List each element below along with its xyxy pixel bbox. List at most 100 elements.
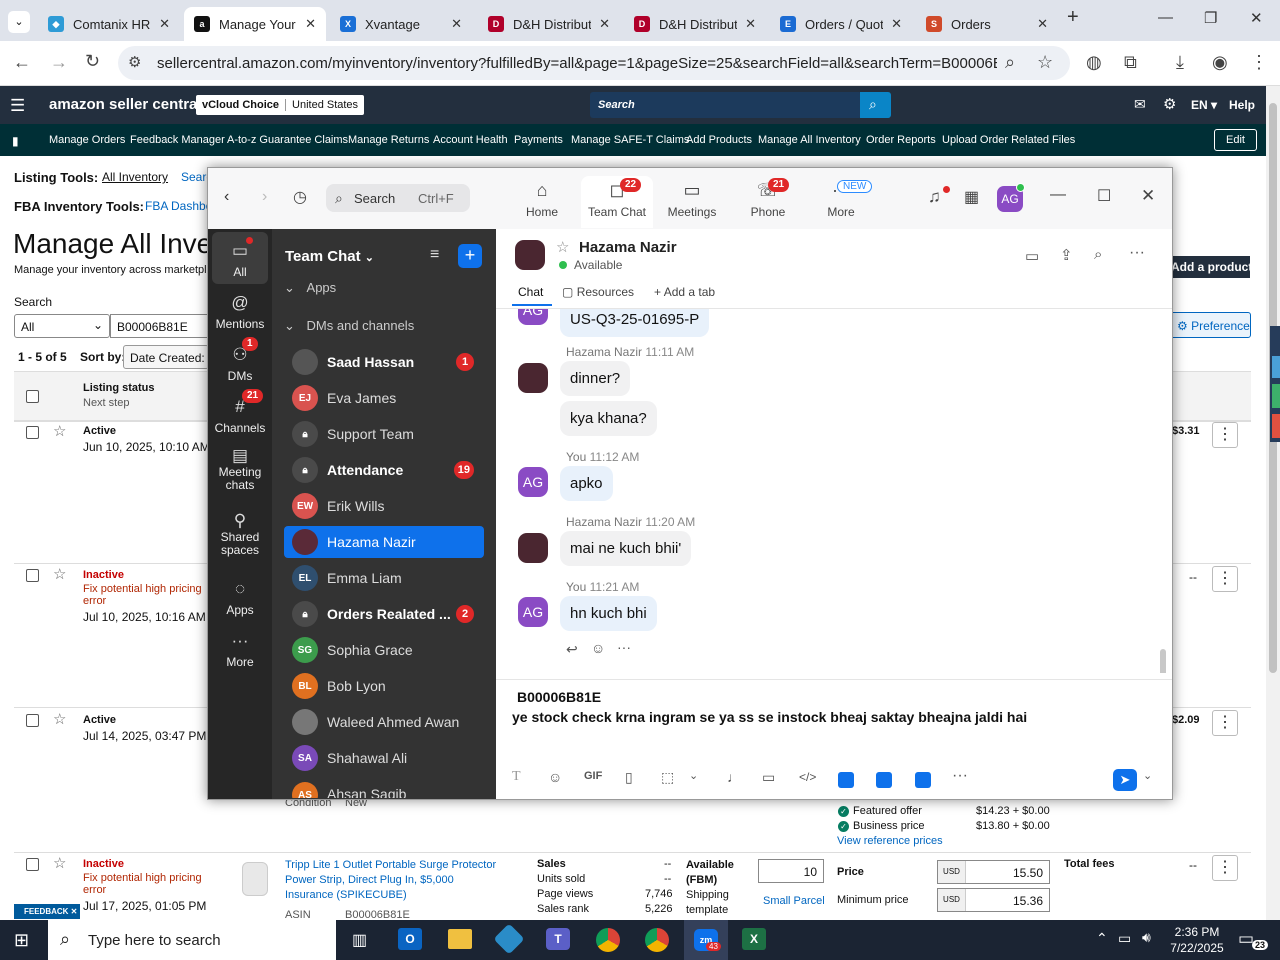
contact-saad-hassan[interactable]: Saad Hassan 1 [284, 346, 484, 378]
excel-icon[interactable]: X [742, 928, 766, 950]
nav-manage-returns[interactable]: Manage Returns [348, 134, 429, 146]
tab-4[interactable]: D D&H Distribut ✕ [624, 7, 766, 41]
account-switcher[interactable]: vCloud Choice United States [196, 95, 365, 115]
send-options-chevron-icon[interactable]: ⌄ [1143, 769, 1152, 782]
minimum-price-input[interactable]: USD 15.36 [937, 888, 1050, 912]
team-chat-title[interactable]: Team Chat ⌄ [285, 248, 374, 265]
hamburger-menu-icon[interactable]: ☰ [10, 96, 25, 116]
search-scope-select[interactable]: All ⌄ [14, 314, 110, 338]
tab-0[interactable]: ◆Comtanix HRM✕ [38, 7, 180, 41]
select-all-checkbox[interactable] [26, 390, 39, 403]
nav-feedback-manager[interactable]: Feedback Manager [130, 134, 225, 146]
star-icon[interactable]: ☆ [53, 422, 66, 440]
network-icon[interactable]: ▭ [1118, 930, 1131, 947]
contact-bob-lyon[interactable]: BL Bob Lyon [284, 670, 484, 702]
windows-start-icon[interactable]: ⊞ [14, 930, 29, 951]
minimize-icon[interactable]: — [1050, 186, 1066, 204]
rail-shared-spaces[interactable]: ⚲ Shared spaces [208, 512, 272, 557]
reply-icon[interactable]: ↩ [566, 641, 578, 658]
restore-icon[interactable]: ❐ [1204, 9, 1217, 27]
feedback-button[interactable]: FEEDBACK ✕ [14, 904, 80, 919]
emoji-icon[interactable]: ☺ [548, 769, 562, 785]
row-next-step[interactable]: Fix potential high pricing error [83, 872, 208, 896]
app-notes-icon[interactable] [838, 772, 854, 788]
tab-chat[interactable]: Chat [518, 285, 543, 299]
nav-home[interactable]: ⌂ Home [509, 180, 575, 219]
microphone-icon[interactable]: ♩ [727, 769, 741, 785]
file-explorer-icon[interactable] [448, 929, 472, 949]
side-widget-tab[interactable] [1272, 356, 1280, 378]
screen-share-icon[interactable]: ⇪ [1060, 246, 1073, 264]
product-image[interactable] [242, 862, 268, 896]
amazon-search-button[interactable]: ⌕ [860, 92, 891, 118]
product-title-link[interactable]: Tripp Lite 1 Outlet Portable Surge Prote… [285, 858, 503, 903]
message-bubble[interactable]: US-Q3-25-01695-P [560, 309, 710, 337]
forward-chevron-icon[interactable]: › [262, 188, 267, 206]
star-icon[interactable]: ☆ [53, 854, 66, 872]
app-docs-icon[interactable] [915, 772, 931, 788]
message-bubble[interactable]: dinner? [560, 361, 631, 396]
screenshot-icon[interactable]: ⬚ [661, 769, 674, 786]
extensions-icon[interactable]: ⧉ [1124, 52, 1137, 73]
video-call-icon[interactable]: ▭ [1025, 247, 1039, 265]
zoom-page-icon[interactable]: ⌕ [1005, 52, 1015, 73]
nav-manage-all-inventory[interactable]: Manage All Inventory [758, 134, 861, 146]
url-text[interactable]: sellercentral.amazon.com/myinventory/inv… [157, 55, 997, 72]
history-clock-icon[interactable]: ◷ [293, 187, 307, 207]
row-checkbox[interactable] [26, 426, 39, 439]
filter-icon[interactable]: ≡ [430, 246, 439, 264]
row-checkbox[interactable] [26, 858, 39, 871]
extension-globe-icon[interactable]: ◍ [1086, 52, 1102, 73]
row-menu-icon[interactable]: ⋮ [1212, 710, 1238, 736]
new-chat-plus-icon[interactable]: + [458, 244, 482, 268]
tab-resources[interactable]: ▢ Resources [562, 285, 634, 299]
nav-a-to-z-claims[interactable]: A-to-z Guarantee Claims [227, 134, 348, 146]
notification-bell-icon[interactable]: ♫ [928, 187, 941, 207]
back-chevron-icon[interactable]: ‹ [224, 188, 229, 206]
tab-list-chevron-icon[interactable]: ⌄ [8, 11, 30, 33]
apps-section-header[interactable]: ⌄ Apps [284, 280, 336, 296]
mail-icon[interactable]: ✉ [1134, 96, 1146, 113]
add-product-button[interactable]: Add a product [1164, 256, 1250, 278]
text-format-icon[interactable]: T [512, 769, 521, 785]
browser-menu-icon[interactable]: ⋮ [1250, 52, 1268, 73]
tab-1[interactable]: a Manage Your ✕ [184, 7, 326, 41]
edit-nav-button[interactable]: Edit [1214, 129, 1257, 151]
close-icon[interactable]: ✕ [451, 16, 462, 32]
search-icon[interactable]: ⌕ [1094, 246, 1102, 263]
view-reference-prices-link[interactable]: View reference prices [837, 835, 943, 847]
nav-payments[interactable]: Payments [514, 134, 563, 146]
message-bubble[interactable]: mai ne kuch bhii' [560, 531, 692, 566]
back-icon[interactable]: ← [13, 52, 31, 73]
bookmark-star-icon[interactable]: ☆ [1037, 52, 1053, 73]
download-icon[interactable]: ⤓ [1176, 52, 1184, 73]
maximize-icon[interactable]: ☐ [1097, 186, 1111, 206]
file-icon[interactable]: ▯ [625, 769, 633, 786]
row-checkbox[interactable] [26, 714, 39, 727]
nav-add-products[interactable]: Add Products [686, 134, 752, 146]
nav-order-reports[interactable]: Order Reports [866, 134, 936, 146]
help-link[interactable]: Help [1229, 98, 1255, 112]
contact-eva-james[interactable]: EJ Eva James [284, 382, 484, 414]
message-bubble[interactable]: apko [560, 466, 613, 501]
chevron-up-icon[interactable]: ⌃ [1096, 930, 1108, 947]
outlook-icon[interactable]: O [398, 928, 422, 950]
settings-gear-icon[interactable]: ⚙ [1163, 95, 1176, 113]
chat-avatar[interactable] [515, 240, 545, 270]
row-checkbox[interactable] [26, 569, 39, 582]
chrome-icon[interactable] [645, 928, 669, 952]
contact-hazama-nazir[interactable]: Hazama Nazir [284, 526, 484, 558]
message-bubble[interactable]: kya khana? [560, 401, 657, 436]
nav-safe-t-claims[interactable]: Manage SAFE-T Claims [571, 134, 689, 146]
contact-erik-wills[interactable]: EW Erik Wills [284, 490, 484, 522]
nav-manage-orders[interactable]: Manage Orders [49, 134, 125, 146]
star-icon[interactable]: ☆ [53, 710, 66, 728]
add-tab[interactable]: + Add a tab [654, 285, 715, 299]
tab-6[interactable]: S Orders ✕ [916, 7, 1058, 41]
row-menu-icon[interactable]: ⋮ [1212, 855, 1238, 881]
close-icon[interactable]: ✕ [305, 16, 316, 32]
more-dots-icon[interactable]: ··· [952, 767, 968, 785]
contact-shahawal-ali[interactable]: SA Shahawal Ali [284, 742, 484, 774]
side-widget-tab[interactable] [1272, 414, 1280, 438]
language-selector[interactable]: EN ▾ [1191, 98, 1217, 112]
